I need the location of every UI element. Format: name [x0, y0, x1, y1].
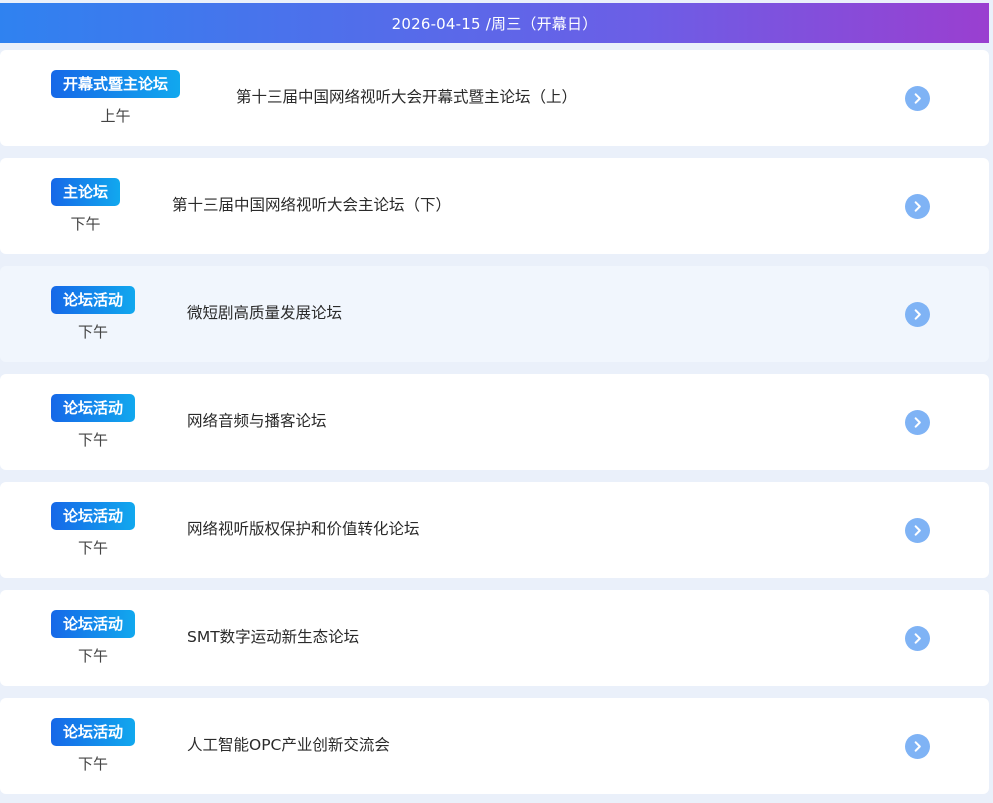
session-tag-group: 开幕式暨主论坛 上午 [51, 70, 181, 126]
session-row[interactable]: 论坛活动 下午 人工智能OPC产业创新交流会 [0, 698, 989, 794]
session-type-badge: 论坛活动 [51, 718, 136, 746]
session-period: 上午 [100, 107, 131, 125]
chevron-right-circle-icon[interactable] [905, 194, 930, 219]
session-title[interactable]: 网络音频与播客论坛 [187, 410, 327, 432]
chevron-right-circle-icon[interactable] [905, 86, 930, 111]
session-title[interactable]: 微短剧高质量发展论坛 [187, 302, 342, 324]
chevron-right-circle-icon[interactable] [905, 302, 930, 327]
session-title[interactable]: 网络视听版权保护和价值转化论坛 [187, 518, 420, 540]
session-row[interactable]: 开幕式暨主论坛 上午 第十三届中国网络视听大会开幕式暨主论坛（上） [0, 50, 989, 146]
session-title[interactable]: 人工智能OPC产业创新交流会 [187, 734, 390, 756]
session-tag-group: 论坛活动 下午 [51, 718, 136, 774]
session-tag-group: 论坛活动 下午 [51, 286, 136, 342]
date-header: 2026-04-15 /周三（开幕日） [0, 3, 989, 43]
session-row[interactable]: 论坛活动 下午 网络音频与播客论坛 [0, 374, 989, 470]
session-period: 下午 [78, 323, 109, 341]
session-type-badge: 论坛活动 [51, 610, 136, 638]
session-type-badge: 论坛活动 [51, 394, 136, 422]
session-tag-group: 论坛活动 下午 [51, 610, 136, 666]
session-period: 下午 [70, 215, 101, 233]
session-tag-group: 论坛活动 下午 [51, 394, 136, 450]
session-type-badge: 主论坛 [51, 178, 121, 206]
chevron-right-circle-icon[interactable] [905, 734, 930, 759]
session-tag-group: 主论坛 下午 [51, 178, 121, 234]
chevron-right-circle-icon[interactable] [905, 626, 930, 651]
session-period: 下午 [78, 755, 109, 773]
session-period: 下午 [78, 431, 109, 449]
session-row[interactable]: 论坛活动 下午 微短剧高质量发展论坛 [0, 266, 989, 362]
session-type-badge: 论坛活动 [51, 502, 136, 530]
session-period: 下午 [78, 647, 109, 665]
session-title[interactable]: 第十三届中国网络视听大会开幕式暨主论坛（上） [236, 86, 577, 108]
session-row[interactable]: 论坛活动 下午 SMT数字运动新生态论坛 [0, 590, 989, 686]
chevron-right-circle-icon[interactable] [905, 518, 930, 543]
chevron-right-circle-icon[interactable] [905, 410, 930, 435]
session-tag-group: 论坛活动 下午 [51, 502, 136, 558]
session-title[interactable]: SMT数字运动新生态论坛 [187, 626, 359, 648]
date-header-text: 2026-04-15 /周三（开幕日） [391, 14, 598, 33]
session-type-badge: 论坛活动 [51, 286, 136, 314]
session-row[interactable]: 论坛活动 下午 网络视听版权保护和价值转化论坛 [0, 482, 989, 578]
session-period: 下午 [78, 539, 109, 557]
session-type-badge: 开幕式暨主论坛 [51, 70, 181, 98]
session-row[interactable]: 主论坛 下午 第十三届中国网络视听大会主论坛（下） [0, 158, 989, 254]
session-title[interactable]: 第十三届中国网络视听大会主论坛（下） [172, 194, 451, 216]
